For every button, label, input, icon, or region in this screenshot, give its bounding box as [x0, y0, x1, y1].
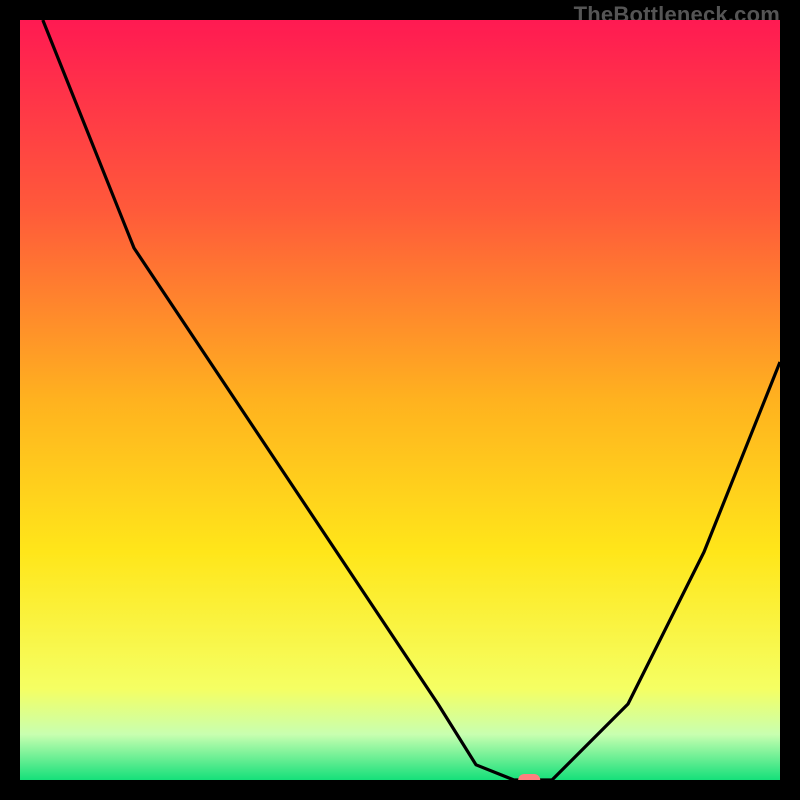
chart-frame: TheBottleneck.com	[0, 0, 800, 800]
heat-gradient-background	[20, 20, 780, 780]
bottleneck-chart	[20, 20, 780, 780]
optimal-marker	[518, 774, 540, 780]
